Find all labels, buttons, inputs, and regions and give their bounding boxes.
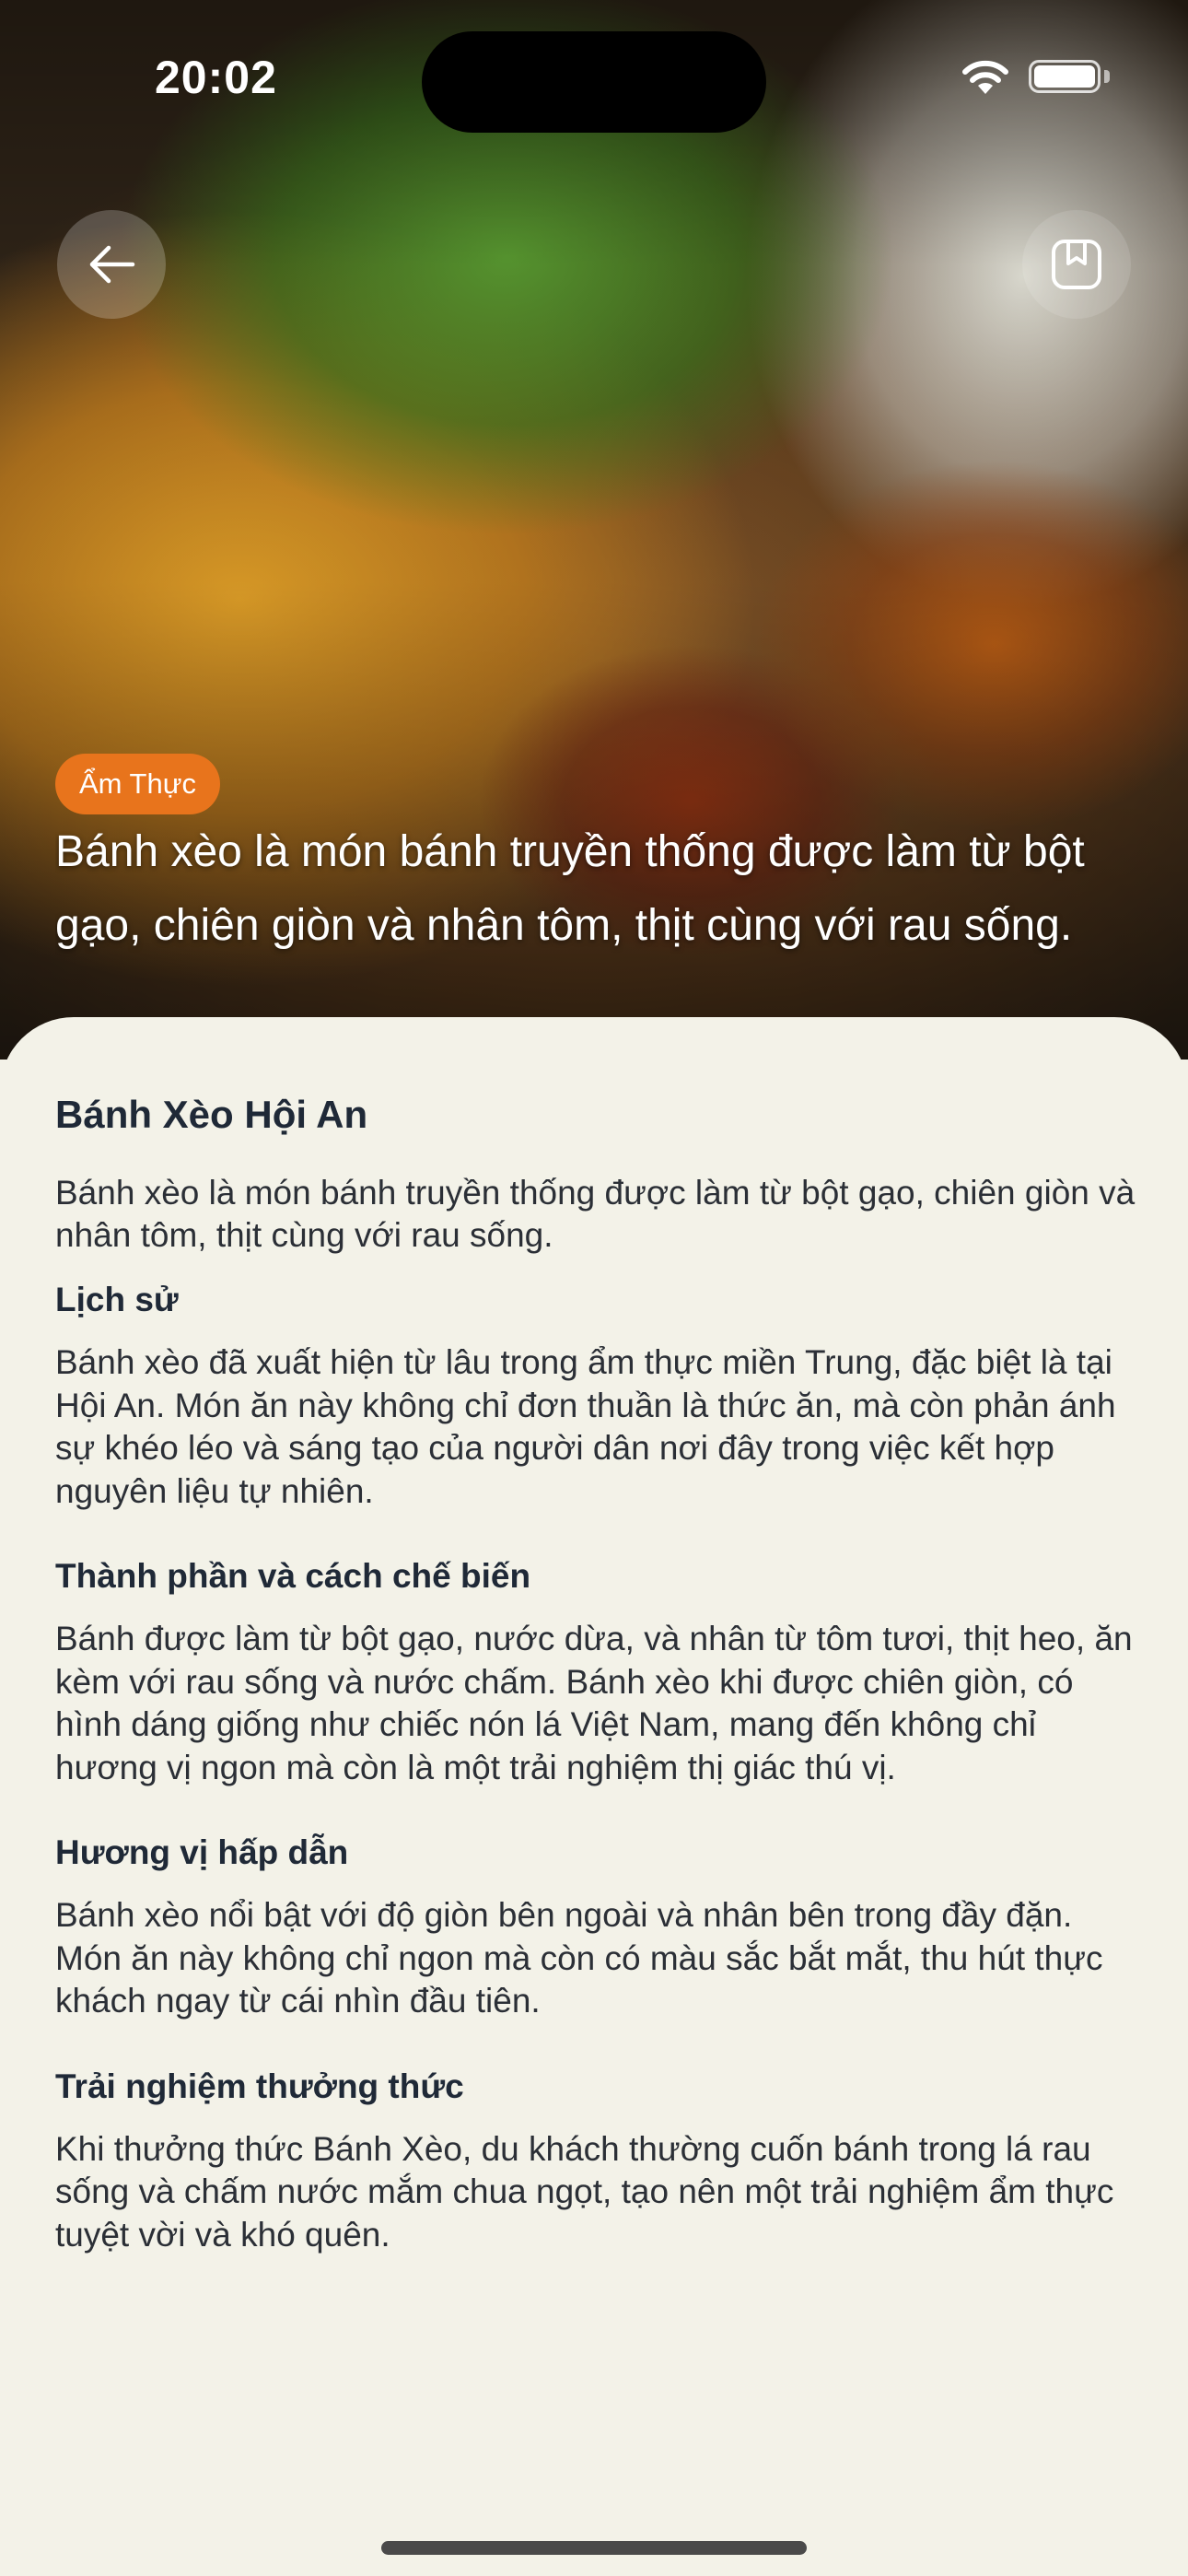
- bookmark-button[interactable]: [1022, 210, 1131, 319]
- battery-tip: [1104, 70, 1110, 83]
- category-tag: Ẩm Thực: [55, 754, 220, 814]
- section-heading: Trải nghiệm thưởng thức: [55, 2067, 464, 2105]
- status-bar-time: 20:02: [155, 52, 277, 103]
- section-body: Bánh được làm từ bột gạo, nước dừa, và n…: [55, 1620, 1133, 1786]
- home-indicator[interactable]: [381, 2541, 807, 2555]
- wifi-icon: [962, 60, 1008, 94]
- section-flavor: Hương vị hấp dẫn Bánh xèo nổi bật với độ…: [55, 1832, 1137, 2023]
- back-button[interactable]: [57, 210, 166, 319]
- section-body: Bánh xèo nổi bật với độ giòn bên ngoài v…: [55, 1896, 1103, 2020]
- article-title: Bánh Xèo Hội An: [55, 1093, 368, 1136]
- section-ingredients: Thành phần và cách chế biến Bánh được là…: [55, 1555, 1137, 1789]
- section-heading: Thành phần và cách chế biến: [55, 1557, 531, 1595]
- article-content: Bánh Xèo Hội An Bánh xèo là món bánh tru…: [55, 1085, 1137, 2299]
- section-body: Bánh xèo đã xuất hiện từ lâu trong ẩm th…: [55, 1343, 1116, 1510]
- dynamic-island: [422, 31, 766, 133]
- section-heading: Lịch sử: [55, 1281, 179, 1318]
- hero-caption: Bánh xèo là món bánh truyền thống được l…: [55, 827, 1085, 950]
- bookmark-icon: [1052, 240, 1101, 289]
- section-experience: Trải nghiệm thưởng thức Khi thưởng thức …: [55, 2066, 1137, 2257]
- article-description: Bánh xèo là món bánh truyền thống được l…: [55, 1174, 1136, 1254]
- section-body: Khi thưởng thức Bánh Xèo, du khách thườn…: [55, 2129, 1114, 2254]
- battery-icon: [1029, 60, 1101, 93]
- status-bar-icons: [959, 57, 1110, 96]
- section-history: Lịch sử Bánh xèo đã xuất hiện từ lâu tro…: [55, 1279, 1137, 1513]
- section-heading: Hương vị hấp dẫn: [55, 1833, 349, 1871]
- arrow-left-icon: [89, 245, 135, 284]
